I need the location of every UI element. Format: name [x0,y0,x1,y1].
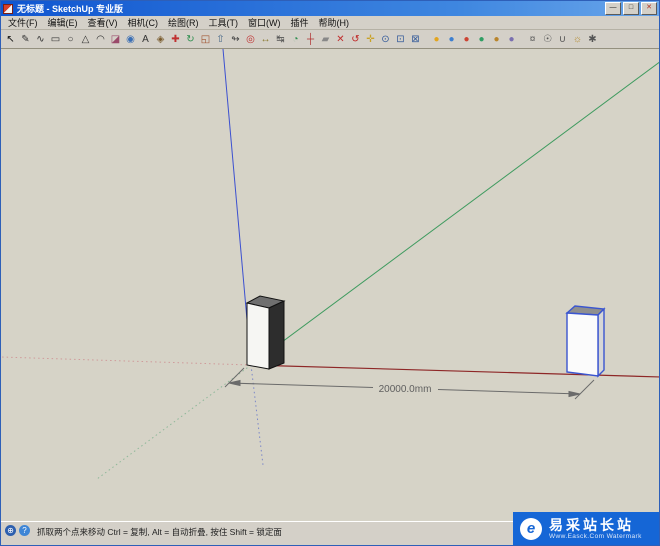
walk-tool-button[interactable]: ∪ [555,32,570,47]
protractor-tool-button[interactable]: ◔ [288,32,303,47]
menu-plugins[interactable]: 插件 [286,16,314,29]
right-box-side-face[interactable] [598,309,604,376]
make-component-tool-button[interactable]: ◈ [153,32,168,47]
paint-bucket-tool-button[interactable]: ◉ [123,32,138,47]
left-box[interactable] [247,296,284,369]
menu-file[interactable]: 文件(F) [3,16,43,29]
menu-edit[interactable]: 编辑(E) [43,16,83,29]
watermark-brand: 易采站长站 [549,517,642,533]
maximize-button[interactable]: □ [623,2,639,15]
rotate-tool-button[interactable]: ↻ [183,32,198,47]
freehand-tool-button[interactable]: ∿ [33,32,48,47]
tape-measure-tool-button[interactable]: ↔ [258,32,273,47]
model-viewport[interactable]: 20000.0mm [1,49,659,521]
look-around-tool-button[interactable]: ☉ [540,32,555,47]
green-axis-negative [97,365,251,479]
dimension-line-left [229,383,373,388]
zoom-window-tool-button[interactable]: ⊡ [393,32,408,47]
window-title: 无标题 - SketchUp 专业版 [17,2,603,15]
circle-tool-button[interactable]: ○ [63,32,78,47]
close-button[interactable]: ✕ [641,2,657,15]
menu-draw[interactable]: 绘图(R) [163,16,204,29]
camera-tools: ¤☉∪☼✱ [525,32,600,47]
menu-view[interactable]: 查看(V) [83,16,123,29]
zoom-extents-tool-button[interactable]: ⊠ [408,32,423,47]
watermark-text: 易采站长站 Www.Easck.Com Watermark [549,517,642,540]
follow-me-tool-button[interactable]: ↬ [228,32,243,47]
title-bar: 无标题 - SketchUp 专业版 — □ ✕ [1,1,659,16]
axes-tool-button[interactable]: ┼ [303,32,318,47]
zoom-tool-button[interactable]: ⊙ [378,32,393,47]
extension-3-button[interactable]: ● [459,32,474,47]
right-box-selected[interactable] [567,306,604,376]
dimension-extension-right [575,380,594,399]
line-tool-button[interactable]: ✎ [18,32,33,47]
menu-window[interactable]: 窗口(W) [243,16,286,29]
status-hint: 抓取两个点来移动 Ctrl = 复制, Alt = 自动折叠, 按住 Shift… [37,526,282,538]
extension-6-button[interactable]: ● [504,32,519,47]
extension-tools: ●●●●●● [429,32,519,47]
drawing-axes [1,49,660,479]
dimension-annotation: 20000.0mm [225,368,594,399]
dimension-line-right [438,390,580,395]
eraser-tool-button[interactable]: ◪ [108,32,123,47]
right-box-front-face[interactable] [567,313,598,376]
rectangle-tool-button[interactable]: ▭ [48,32,63,47]
left-box-front-face[interactable] [247,303,269,369]
extension-5-button[interactable]: ● [489,32,504,47]
extension-1-button[interactable]: ● [429,32,444,47]
model-canvas[interactable]: 20000.0mm [1,49,660,521]
toolbar: ↖✎∿▭○△◠◪◉A◈✚↻◱⇧↬◎↔↹◔┼▰✕↺✛⊙⊡⊠●●●●●●¤☉∪☼✱ [1,30,659,49]
scale-tool-button[interactable]: ◱ [198,32,213,47]
watermark-badge: e 易采站长站 Www.Easck.Com Watermark [513,512,659,545]
extension-2-button[interactable]: ● [444,32,459,47]
arc-tool-button[interactable]: ◠ [93,32,108,47]
extension-4-button[interactable]: ● [474,32,489,47]
select-tool-button[interactable]: ↖ [3,32,18,47]
sketchup-app-icon [3,4,13,14]
dimension-tool-button[interactable]: ↹ [273,32,288,47]
delete-guides-tool-button[interactable]: ✕ [333,32,348,47]
position-camera-tool-button[interactable]: ¤ [525,32,540,47]
preferences-tool-button[interactable]: ✱ [585,32,600,47]
main-tools: ↖✎∿▭○△◠◪◉A◈✚↻◱⇧↬◎↔↹◔┼▰✕↺✛⊙⊡⊠ [3,32,423,47]
move-tool-button[interactable]: ✚ [168,32,183,47]
sketchup-window: 无标题 - SketchUp 专业版 — □ ✕ 文件(F)编辑(E)查看(V)… [0,0,660,546]
minimize-button[interactable]: — [605,2,621,15]
red-axis-negative [1,357,251,365]
watermark-subtitle: Www.Easck.Com Watermark [549,533,642,540]
menu-camera[interactable]: 相机(C) [123,16,164,29]
easck-logo-icon: e [520,518,542,540]
offset-tool-button[interactable]: ◎ [243,32,258,47]
menu-help[interactable]: 帮助(H) [314,16,355,29]
help-icon[interactable]: ? [19,525,30,536]
menu-bar: 文件(F)编辑(E)查看(V)相机(C)绘图(R)工具(T)窗口(W)插件帮助(… [1,16,659,30]
left-box-side-face[interactable] [269,301,284,369]
push-pull-tool-button[interactable]: ⇧ [213,32,228,47]
text-tool-button[interactable]: A [138,32,153,47]
shadows-tool-button[interactable]: ☼ [570,32,585,47]
dimension-label: 20000.0mm [379,384,432,395]
blue-axis-negative [251,365,263,465]
polygon-tool-button[interactable]: △ [78,32,93,47]
pan-tool-button[interactable]: ✛ [363,32,378,47]
menu-tools[interactable]: 工具(T) [204,16,244,29]
section-plane-tool-button[interactable]: ▰ [318,32,333,47]
geolocation-icon[interactable]: ⊕ [5,525,16,536]
orbit-tool-button[interactable]: ↺ [348,32,363,47]
